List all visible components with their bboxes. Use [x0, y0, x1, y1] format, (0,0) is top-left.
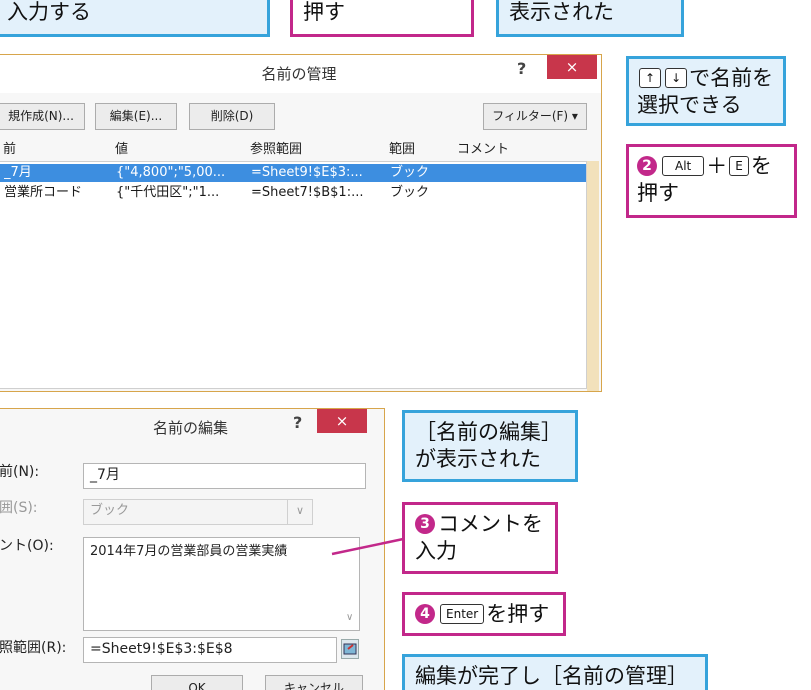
ref-label: 照範囲(R): — [0, 640, 67, 656]
callout-done: 編集が完了し［名前の管理］ — [402, 654, 708, 690]
collapse-range-icon[interactable] — [341, 639, 359, 659]
e-key-icon: E — [729, 156, 749, 176]
cell-value: {"4,800";"5,00... — [116, 165, 226, 180]
ok-button[interactable]: OK — [151, 675, 243, 690]
comment-textarea[interactable]: 2014年7月の営業部員の営業実績 — [83, 537, 360, 631]
callout-done-text: 編集が完了し［名前の管理］ — [415, 664, 688, 688]
comment-label: ント(O): — [0, 538, 54, 554]
filter-button[interactable]: フィルター(F) ▾ — [483, 103, 587, 130]
chevron-down-icon[interactable]: ∨ — [287, 499, 313, 525]
cell-ref: =Sheet7!$B$1:... — [251, 185, 364, 200]
callout-shown-text: 表示された — [509, 0, 614, 24]
scope-dropdown[interactable]: ブック — [83, 499, 313, 525]
callout-input-text: 入力する — [7, 0, 91, 24]
close-button[interactable]: × — [547, 55, 597, 79]
column-ref[interactable]: 参照範囲 — [250, 141, 302, 159]
callout-enter: 4 Enter を押す — [402, 592, 566, 636]
table-row[interactable]: _7月 {"4,800";"5,00... =Sheet9!$E$3:... ブ… — [0, 164, 586, 182]
ref-field[interactable]: =Sheet9!$E$3:$E$8 — [83, 637, 337, 663]
enter-key-icon: Enter — [440, 604, 485, 624]
callout-alt-e: 2 Alt ＋ E を 押す — [626, 144, 797, 218]
column-name[interactable]: 前 — [3, 141, 16, 159]
cell-ref: =Sheet9!$E$3:... — [251, 165, 363, 180]
close-button[interactable]: × — [317, 409, 367, 433]
callout-alt-text2: 押す — [637, 181, 679, 205]
callout-shown: 表示された — [496, 0, 684, 37]
help-icon[interactable]: ? — [517, 55, 526, 83]
new-button[interactable]: 規作成(N)... — [0, 103, 85, 130]
list-header: 前 値 参照範囲 範囲 コメント — [0, 141, 601, 163]
cell-scope: ブック — [390, 185, 430, 200]
name-manager-dialog: 名前の管理 ? × 規作成(N)... 編集(E)... 削除(D) フィルター… — [0, 54, 602, 392]
help-icon[interactable]: ? — [293, 409, 302, 437]
comment-text: 2014年7月の営業部員の営業実績 — [90, 544, 288, 559]
callout-enter-text: を押す — [486, 602, 550, 626]
callout-edit-shown-2: が表示された — [415, 447, 541, 471]
callout-arrow-select: ↑ ↓ で名前を 選択できる — [626, 56, 786, 126]
callout-arrow-text2: 選択できる — [637, 93, 742, 117]
up-key-icon: ↑ — [639, 68, 662, 88]
callout-edit-shown-1: ［名前の編集］ — [415, 420, 562, 444]
callout-comment-1: コメントを — [438, 512, 543, 536]
callout-comment-2: 入力 — [415, 539, 457, 563]
delete-button[interactable]: 削除(D) — [189, 103, 275, 130]
alt-key-icon: Alt — [662, 156, 705, 176]
scope-label: 囲(S): — [0, 500, 38, 516]
edit-name-dialog: 名前の編集 ? × 前(N): _7月 囲(S): ブック ∨ ント(O): 2… — [0, 408, 385, 690]
cell-name: 営業所コード — [4, 185, 83, 200]
callout-arrow-text1: で名前を — [689, 66, 774, 90]
callout-press-text: 押す — [303, 0, 345, 24]
dialog-edge — [587, 161, 599, 391]
callout-alt-suffix: を — [750, 154, 772, 178]
cancel-button[interactable]: キャンセル — [265, 675, 363, 690]
callout-comment-input: 3 コメントを 入力 — [402, 502, 558, 574]
table-row[interactable]: 営業所コード {"千代田区";"1... =Sheet7!$B$1:... ブッ… — [0, 184, 586, 202]
callout-edit-shown: ［名前の編集］ が表示された — [402, 410, 578, 482]
cell-value: {"千代田区";"1... — [116, 185, 220, 200]
step-3-icon: 3 — [415, 514, 435, 534]
name-field[interactable]: _7月 — [83, 463, 366, 489]
plus-sign: ＋ — [706, 154, 728, 178]
column-scope[interactable]: 範囲 — [389, 141, 415, 159]
name-manager-title: 名前の管理 — [0, 55, 601, 93]
callout-press: 押す — [290, 0, 474, 37]
cell-scope: ブック — [390, 165, 430, 180]
down-key-icon: ↓ — [665, 68, 688, 88]
pointer-line — [331, 536, 409, 556]
step-4-icon: 4 — [415, 604, 435, 624]
edit-button[interactable]: 編集(E)... — [95, 103, 177, 130]
callout-input: 入力する — [0, 0, 270, 37]
cell-name: _7月 — [4, 165, 32, 180]
scroll-down-icon[interactable]: ∨ — [346, 609, 353, 627]
column-comment[interactable]: コメント — [457, 141, 509, 159]
column-value[interactable]: 値 — [115, 141, 128, 159]
step-2-icon: 2 — [637, 156, 657, 176]
name-label: 前(N): — [0, 464, 40, 480]
names-list[interactable]: _7月 {"4,800";"5,00... =Sheet9!$E$3:... ブ… — [0, 161, 587, 389]
